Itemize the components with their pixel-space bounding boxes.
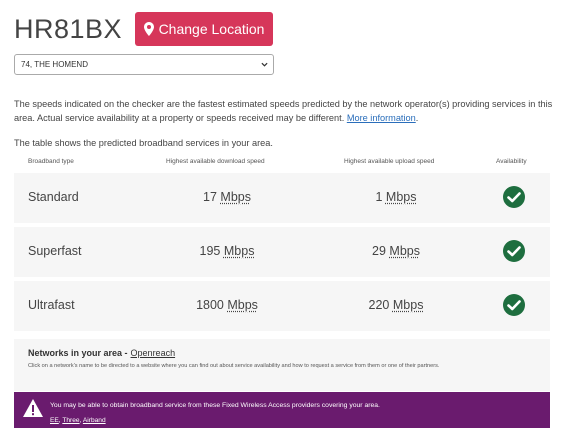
- header-availability: Availability: [496, 158, 527, 165]
- address-select-value: 74, THE HOMEND: [21, 60, 88, 69]
- postcode-title: HR81BX: [14, 14, 123, 44]
- broadband-type: Superfast: [28, 244, 82, 258]
- header: HR81BX Change Location: [14, 12, 554, 48]
- provider-link-airband[interactable]: Airband: [83, 417, 106, 424]
- download-speed: 1800 Mbps: [180, 298, 274, 312]
- networks-title: Networks in your area - Openreach: [28, 348, 175, 358]
- table-intro: The table shows the predicted broadband …: [14, 138, 273, 148]
- upload-value: 29: [372, 244, 386, 258]
- download-speed: 17 Mbps: [180, 190, 274, 204]
- download-value: 17: [203, 190, 217, 204]
- more-information-link[interactable]: More information: [347, 113, 416, 123]
- broadband-type: Standard: [28, 190, 79, 204]
- download-unit: Mbps: [220, 190, 251, 204]
- networks-heading: Networks in your area -: [28, 348, 128, 358]
- download-speed: 195 Mbps: [180, 244, 274, 258]
- intro-text: The speeds indicated on the checker are …: [14, 99, 553, 123]
- networks-section: Networks in your area - Openreach Click o…: [14, 339, 550, 391]
- upload-speed: 1 Mbps: [359, 190, 433, 204]
- table-row-superfast: Superfast 195 Mbps 29 Mbps: [14, 227, 550, 277]
- network-link-openreach[interactable]: Openreach: [131, 348, 176, 358]
- upload-unit: Mbps: [392, 298, 424, 312]
- fwa-provider-links: EE, Three, Airband: [50, 417, 106, 424]
- fwa-text: You may be able to obtain broadband serv…: [50, 402, 380, 409]
- upload-value: 220: [368, 298, 390, 312]
- intro-period: .: [415, 113, 419, 123]
- table-header: Broadband type Highest available downloa…: [14, 158, 550, 170]
- upload-unit: Mbps: [389, 244, 420, 258]
- change-location-button[interactable]: Change Location: [135, 12, 273, 46]
- download-unit: Mbps: [223, 244, 255, 258]
- upload-speed: 29 Mbps: [359, 244, 433, 258]
- check-circle-icon: [503, 240, 525, 262]
- header-broadband-type: Broadband type: [28, 158, 74, 165]
- address-select[interactable]: 74, THE HOMEND: [14, 54, 274, 75]
- download-value: 1800: [196, 298, 224, 312]
- header-download-speed: Highest available download speed: [166, 158, 265, 165]
- chevron-down-icon: [261, 62, 268, 67]
- intro-paragraph: The speeds indicated on the checker are …: [14, 97, 554, 125]
- upload-value: 1: [375, 190, 383, 204]
- header-upload-speed: Highest available upload speed: [344, 158, 435, 165]
- map-pin-icon: [143, 22, 154, 36]
- fixed-wireless-banner: You may be able to obtain broadband serv…: [14, 392, 550, 428]
- networks-note: Click on a network's name to be directed…: [28, 363, 440, 369]
- warning-icon: [23, 399, 43, 417]
- change-location-label: Change Location: [158, 21, 265, 37]
- provider-link-ee[interactable]: EE: [50, 417, 59, 424]
- check-circle-icon: [503, 186, 525, 208]
- broadband-type: Ultrafast: [28, 298, 75, 312]
- download-value: 195: [199, 244, 221, 258]
- check-circle-icon: [503, 294, 525, 316]
- provider-link-three[interactable]: Three: [62, 417, 79, 424]
- download-unit: Mbps: [227, 298, 258, 312]
- table-row-standard: Standard 17 Mbps 1 Mbps: [14, 173, 550, 223]
- upload-speed: 220 Mbps: [359, 298, 433, 312]
- upload-unit: Mbps: [385, 190, 417, 204]
- table-row-ultrafast: Ultrafast 1800 Mbps 220 Mbps: [14, 281, 550, 331]
